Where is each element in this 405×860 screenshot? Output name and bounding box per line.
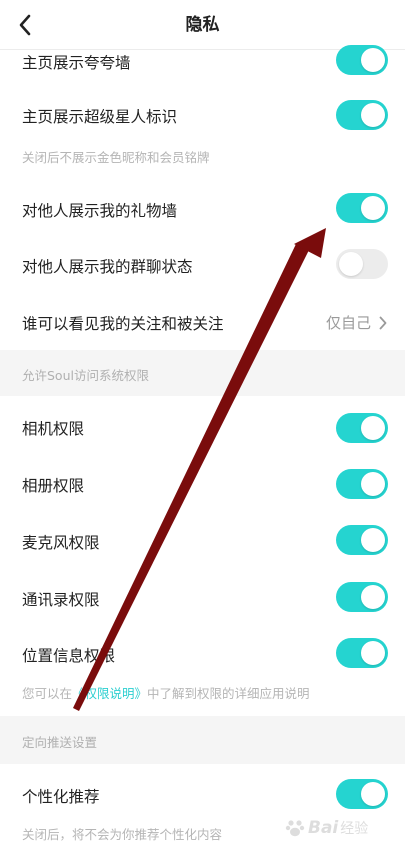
row-label: 对他人展示我的礼物墙 <box>22 202 178 220</box>
toggle-knob <box>361 48 385 72</box>
toggle-knob <box>339 252 363 276</box>
toggle-album-permission[interactable] <box>336 469 388 499</box>
section-header-system-permissions: 允许Soul访问系统权限 <box>0 350 405 396</box>
row-label: 主页展示超级星人标识 <box>22 108 178 126</box>
permission-note-prefix: 您可以在 <box>22 686 73 701</box>
follow-visibility-selector[interactable]: 仅自己 <box>326 312 387 333</box>
watermark-sub: 经验 <box>340 821 369 837</box>
row-follow-visibility[interactable]: 谁可以看见我的关注和被关注 仅自己 <box>0 292 405 350</box>
row-label: 相册权限 <box>22 477 85 495</box>
toggle-knob <box>361 416 385 440</box>
page-title: 隐私 <box>185 15 220 35</box>
section-header-targeted-push: 定向推送设置 <box>0 716 405 764</box>
toggle-knob <box>361 472 385 496</box>
row-location-permission: 位置信息权限 您可以在《权限说明》中了解到权限的详细应用说明 <box>0 624 405 716</box>
permission-explanation-link[interactable]: 《权限说明》 <box>72 686 147 701</box>
row-group-status: 对他人展示我的群聊状态 <box>0 236 405 292</box>
permission-note-suffix: 中了解到权限的详细应用说明 <box>147 686 310 701</box>
row-label: 主页展示夸夸墙 <box>22 54 131 72</box>
row-label: 麦克风权限 <box>22 534 100 552</box>
section-title: 允许Soul访问系统权限 <box>22 368 149 383</box>
toggle-knob <box>361 528 385 552</box>
toggle-gift-wall[interactable] <box>336 193 388 223</box>
chevron-left-icon <box>19 14 31 36</box>
toggle-microphone-permission[interactable] <box>336 525 388 555</box>
top-nav-bar: 隐私 <box>0 0 405 50</box>
toggle-group-status[interactable] <box>336 249 388 279</box>
toggle-knob <box>361 196 385 220</box>
paw-logo-icon <box>285 820 305 837</box>
watermark-text: Bai <box>308 818 339 838</box>
toggle-knob <box>361 585 385 609</box>
row-gift-wall: 对他人展示我的礼物墙 <box>0 180 405 236</box>
row-note: 关闭后不展示金色昵称和会员铭牌 <box>22 150 210 165</box>
toggle-knob <box>361 103 385 127</box>
row-album-permission: 相册权限 <box>0 454 405 512</box>
watermark: Bai 经验 <box>284 808 399 848</box>
row-kuakua-wall: 主页展示夸夸墙 <box>0 45 405 85</box>
toggle-kuakua-wall[interactable] <box>336 45 388 75</box>
follow-visibility-value: 仅自己 <box>325 314 371 332</box>
row-super-star: 主页展示超级星人标识 关闭后不展示金色昵称和会员铭牌 <box>0 85 405 180</box>
row-note: 关闭后，将不会为你推荐个性化内容 <box>22 827 223 842</box>
section-title: 定向推送设置 <box>22 735 98 750</box>
row-camera-permission: 相机权限 <box>0 396 405 454</box>
row-label: 谁可以看见我的关注和被关注 <box>22 315 224 333</box>
back-button[interactable] <box>10 10 40 40</box>
row-label: 相机权限 <box>22 420 85 438</box>
row-label: 通讯录权限 <box>22 591 100 609</box>
toggle-knob <box>361 641 385 665</box>
row-contacts-permission: 通讯录权限 <box>0 568 405 624</box>
row-label: 位置信息权限 <box>22 647 116 665</box>
toggle-contacts-permission[interactable] <box>336 582 388 612</box>
toggle-super-star[interactable] <box>336 100 388 130</box>
row-label: 对他人展示我的群聊状态 <box>22 258 193 276</box>
toggle-personalized-recommendation[interactable] <box>336 779 388 809</box>
row-label: 个性化推荐 <box>22 788 100 806</box>
row-microphone-permission: 麦克风权限 <box>0 512 405 568</box>
toggle-knob <box>361 782 385 806</box>
permission-note: 您可以在《权限说明》中了解到权限的详细应用说明 <box>22 683 310 702</box>
chevron-right-icon <box>379 316 387 329</box>
toggle-camera-permission[interactable] <box>336 413 388 443</box>
toggle-location-permission[interactable] <box>336 638 388 668</box>
